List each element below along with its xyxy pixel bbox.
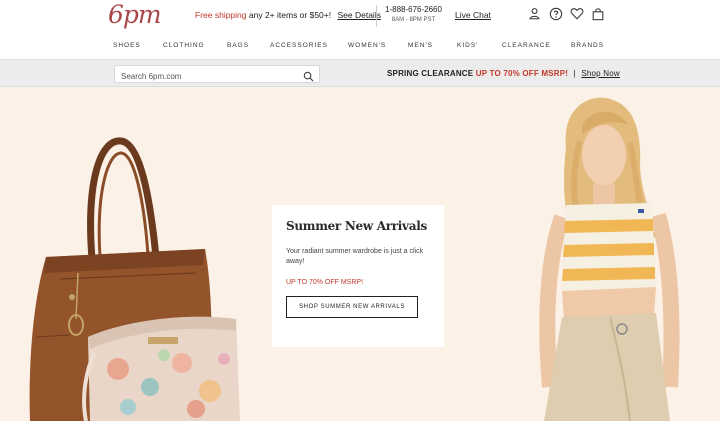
nav-item-accessories[interactable]: ACCESSORIES [270,42,328,49]
cart-icon[interactable] [590,6,605,21]
clearance-offer: UP TO 70% OFF MSRP! [475,69,569,78]
see-details-link[interactable]: See Details [337,10,380,20]
header-icons [527,6,605,21]
nav-item-clothing[interactable]: CLOTHING [163,42,205,49]
top-bar: 6pm Free shipping any 2+ items or $50+! … [0,0,720,36]
banner-separator: | [573,69,576,78]
promo-text: any 2+ items or $50+! [248,10,332,20]
hero-title: Summer New Arrivals [286,219,427,233]
support-hours: 8AM - 8PM PST [391,17,436,23]
shop-summer-button[interactable]: SHOP SUMMER NEW ARRIVALS [286,296,418,318]
model-image[interactable] [470,87,720,421]
search-icon[interactable] [303,69,314,87]
search-input[interactable] [115,68,295,85]
promo-highlight: Free shipping [195,10,247,20]
search-box [114,65,320,85]
handbags-image[interactable] [0,87,270,421]
hero-banner: Summer New Arrivals Your radiant summer … [0,87,720,421]
site-logo[interactable]: 6pm [108,0,162,29]
header-divider [376,5,377,27]
shop-now-link[interactable]: Shop Now [581,69,620,78]
heart-icon[interactable] [569,6,584,21]
contact-phone: 1-888-676-2660 8AM - 8PM PST [385,5,442,25]
nav-item-clearance[interactable]: CLEARANCE [502,42,551,49]
phone-number[interactable]: 1-888-676-2660 [385,5,442,14]
main-nav: SHOES CLOTHING BAGS ACCESSORIES WOMEN'S … [0,36,720,58]
clearance-banner: SPRING CLEARANCE UP TO 70% OFF MSRP! | S… [387,69,620,78]
hero-offer: UP TO 70% OFF MSRP! [286,279,364,286]
hero-description: Your radiant summer wardrobe is just a c… [286,248,424,265]
search-strip: SPRING CLEARANCE UP TO 70% OFF MSRP! | S… [0,59,720,87]
nav-item-bags[interactable]: BAGS [227,42,249,49]
live-chat-link[interactable]: Live Chat [455,10,491,20]
clearance-label: SPRING CLEARANCE [387,69,474,78]
help-icon[interactable] [548,6,563,21]
account-icon[interactable] [527,6,542,21]
shipping-promo: Free shipping any 2+ items or $50+! See … [195,10,381,20]
nav-item-shoes[interactable]: SHOES [113,42,141,49]
nav-item-brands[interactable]: BRANDS [571,42,604,49]
nav-item-mens[interactable]: MEN'S [408,42,433,49]
nav-item-kids[interactable]: KIDS' [457,42,478,49]
promo-card: Summer New Arrivals Your radiant summer … [272,205,444,347]
nav-item-womens[interactable]: WOMEN'S [348,42,386,49]
